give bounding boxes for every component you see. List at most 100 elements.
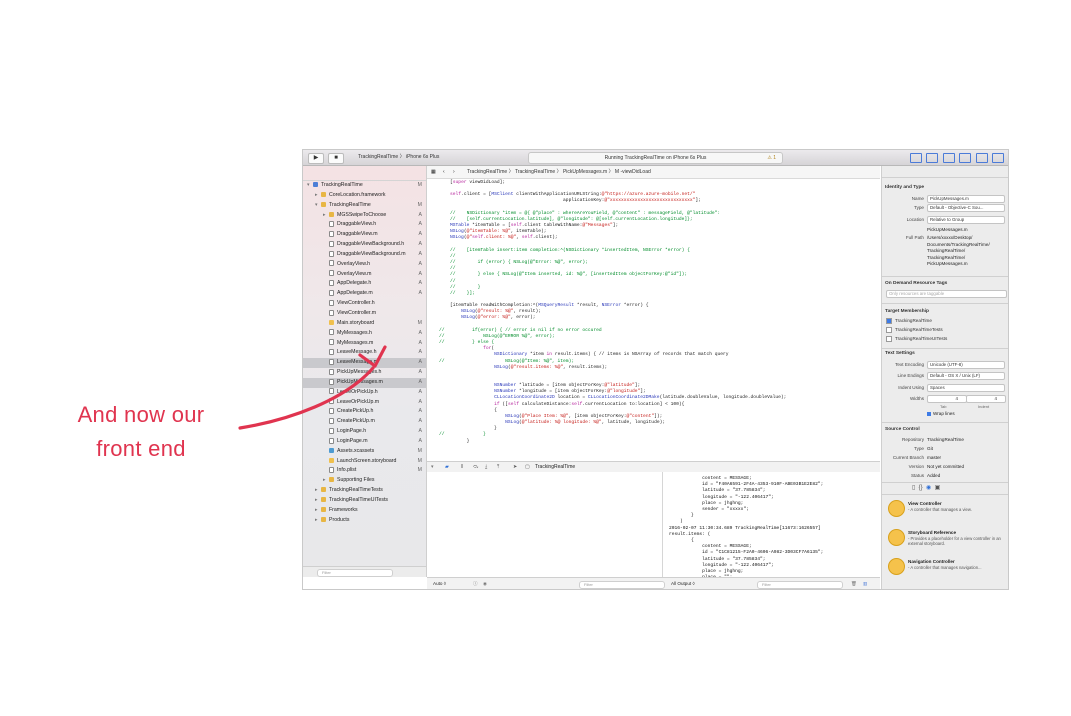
step-over-icon[interactable]: ⤼ [473,462,478,472]
file-tree-item[interactable]: DraggableView.m A [303,230,426,240]
tab-width-stepper[interactable]: 4 [927,395,967,403]
pause-icon[interactable]: ‖ [461,462,463,472]
library-item[interactable]: Navigation Controller - A controller that… [886,556,1006,580]
file-tree-item[interactable]: LeaveOrPickUp.h A [303,388,426,398]
utilities-toggle-icon[interactable] [992,153,1004,163]
scheme-selector[interactable]: TrackingRealTime 〉 iPhone 6s Plus [358,153,439,162]
file-tree-item[interactable]: MyMessages.m A [303,339,426,349]
wrap-lines-checkbox[interactable]: Wrap lines [927,411,955,416]
branch-label: Current Branch [892,455,924,460]
auto-scope-select[interactable]: Auto ◊ [433,578,446,589]
file-tree-item[interactable]: ▾ TrackingRealTime M [303,181,426,191]
odr-tags-field[interactable]: Only resources are taggable [886,290,1007,298]
output-select[interactable]: All Output ◊ [671,578,695,589]
assistant-editor-icon[interactable] [926,153,939,163]
back-button[interactable]: ‹ [443,166,445,178]
encoding-select[interactable]: Unicode (UTF-8) [927,361,1005,369]
code-snippet-icon[interactable]: {} [919,485,923,491]
stop-button[interactable]: ■ [328,153,344,164]
file-tree-item[interactable]: LeaveMessage.h A [303,348,426,358]
step-out-icon[interactable]: ⤒ [497,462,499,472]
library-item[interactable]: View Controller - A controller that manag… [886,498,1006,522]
version-editor-icon[interactable] [942,153,955,163]
breakpoints-icon[interactable]: ▰ [445,462,449,472]
related-items-icon[interactable]: ▦ [431,166,436,178]
indent-using-select[interactable]: Spaces [927,384,1005,392]
scm-status-badge: M [417,319,422,326]
file-tree-item[interactable]: AppDelegate.m A [303,289,426,299]
library-item[interactable]: Storyboard Reference - Provides a placeho… [886,527,1006,551]
file-tree-item[interactable]: CreatePickUp.h A [303,407,426,417]
file-tree-item[interactable]: ▸ Frameworks [303,506,426,516]
warning-badge[interactable]: ⚠ 1 [767,153,776,163]
location-select[interactable]: Relative to Group [927,216,1005,224]
file-tree-item[interactable]: DraggableViewBackground.h A [303,240,426,250]
split-view-icon[interactable]: ▥ [863,578,867,589]
scm-status-badge: A [418,250,422,257]
hide-debug-icon[interactable]: ▾ [431,462,434,472]
file-tree-item[interactable]: DraggableView.h A [303,220,426,230]
file-tree-item[interactable]: Info.plist M [303,466,426,476]
library-tab-bar[interactable]: ▯ {} ◉ ▣ [912,484,940,491]
xcode-window: ▶ ■ TrackingRealTime 〉 iPhone 6s Plus Ru… [302,149,1009,590]
file-tree-label: TrackingRealTimeTests [329,487,383,494]
file-tree-item[interactable]: AppDelegate.h A [303,279,426,289]
file-tree-item[interactable]: LoginPage.h A [303,427,426,437]
console-filter-input[interactable]: Filter [757,581,843,589]
file-tree-item[interactable]: Assets.xcassets M [303,447,426,457]
variables-filter-input[interactable]: Filter [579,581,665,589]
target-membership-checkbox[interactable]: TrackingRealTime [886,318,932,324]
run-button[interactable]: ▶ [308,153,324,164]
console-output[interactable]: content = MESSAGE; id = "F40A6591-2F4A-4… [663,472,880,577]
file-tree-item[interactable]: ▸ Products [303,516,426,526]
navigator-toggle-icon[interactable] [959,153,972,163]
file-tree-item[interactable]: ▸ Supporting Files [303,476,426,486]
file-tree-item[interactable]: LeaveMessage.m A [303,358,426,369]
file-tree-item[interactable]: LeaveOrPickUp.m A [303,398,426,408]
breadcrumb[interactable]: TrackingRealTime 〉 TrackingRealTime 〉 Pi… [467,166,651,178]
file-tree-item[interactable]: ▸ CoreLocation.framework [303,191,426,201]
file-tree-item[interactable]: MyMessages.h A [303,329,426,339]
debug-area-toggle-icon[interactable] [975,153,988,163]
step-in-icon[interactable]: ⤓ [485,462,487,472]
eye-icon[interactable]: ◉ [483,578,487,589]
info-icon[interactable]: ⓘ [473,578,478,589]
trash-icon[interactable]: 🗑 [851,578,857,589]
file-tree-item[interactable]: ViewController.h [303,299,426,309]
file-template-icon[interactable]: ▯ [912,485,915,491]
object-library-icon[interactable]: ◉ [926,485,931,491]
media-library-icon[interactable]: ▣ [935,485,941,491]
line-endings-select[interactable]: Default - OS X / Unix (LF) [927,372,1005,380]
target-membership-checkbox[interactable]: TrackingRealTimeUITests [886,336,947,342]
source-editor[interactable]: ▦ ‹ › TrackingRealTime 〉 TrackingRealTim… [427,166,880,460]
location-icon[interactable]: ➤ [513,462,517,472]
forward-button[interactable]: › [453,166,455,178]
file-tree-item[interactable]: ▸ MGSSwipeToChoose A [303,211,426,221]
file-tree-item[interactable]: OverlayView.h A [303,260,426,270]
file-tree-item[interactable]: CreatePickUp.m A [303,417,426,427]
file-tree-item[interactable]: OverlayView.m A [303,270,426,280]
debug-target-name: TrackingRealTime [535,464,576,470]
navigator-filter-input[interactable]: Filter [317,569,393,577]
indent-width-stepper[interactable]: 4 [966,395,1006,403]
type-select[interactable]: Default - Objective-C Sou... [927,204,1005,212]
file-tree-label: AppDelegate.h [337,280,372,287]
code-view[interactable]: [super viewDidLoad]; self.client = [MSCl… [439,180,879,445]
file-tree-item[interactable]: DraggableViewBackground.m A [303,250,426,260]
file-tree-item[interactable]: Main.storyboard M [303,319,426,329]
inspector-tab-bar[interactable] [882,166,1008,178]
name-field[interactable]: PickUpMessages.m [927,195,1005,203]
file-tree-item[interactable]: LaunchScreen.storyboard M [303,457,426,467]
file-tree-item[interactable]: ▸ TrackingRealTimeUITests [303,496,426,506]
file-tree-item[interactable]: PickUpMessages.h A [303,368,426,378]
file-tree-item[interactable]: ▸ TrackingRealTimeTests [303,486,426,496]
file-tree-item[interactable]: ▾ TrackingRealTime M [303,201,426,211]
variables-view[interactable] [427,472,663,577]
file-tree-item[interactable]: ViewController.m [303,309,426,319]
standard-editor-icon[interactable] [910,153,923,163]
navigator-selector-bar[interactable] [303,166,426,181]
file-tree-item[interactable]: PickUpMessages.m A [303,377,426,388]
scm-status-badge: A [418,260,422,267]
file-tree-item[interactable]: LoginPage.m A [303,437,426,447]
target-membership-checkbox[interactable]: TrackingRealTimeTests [886,327,943,333]
